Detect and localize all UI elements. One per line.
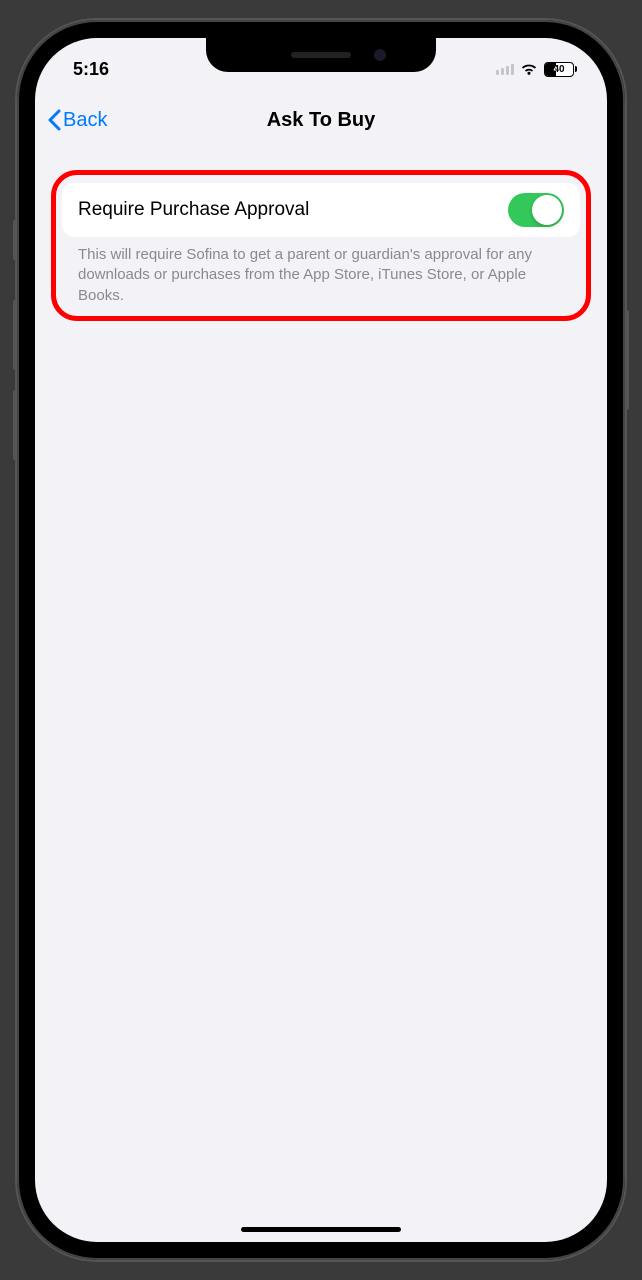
notch — [206, 38, 436, 72]
volume-up-button — [13, 300, 17, 370]
setting-description: This will require Sofina to get a parent… — [62, 237, 580, 306]
volume-down-button — [13, 390, 17, 460]
battery-percent: 40 — [553, 64, 564, 75]
require-purchase-approval-row[interactable]: Require Purchase Approval — [62, 183, 580, 237]
setting-label: Require Purchase Approval — [78, 199, 309, 221]
require-purchase-approval-toggle[interactable] — [508, 193, 564, 227]
speaker-grill — [291, 52, 351, 58]
battery-icon: 40 — [544, 62, 577, 77]
power-button — [625, 310, 629, 410]
page-title: Ask To Buy — [267, 109, 376, 132]
highlight-annotation: Require Purchase Approval This will requ… — [51, 170, 591, 321]
back-button[interactable]: Back — [47, 109, 107, 132]
wifi-icon — [520, 62, 538, 76]
chevron-left-icon — [47, 109, 61, 131]
phone-frame: 5:16 40 — [17, 20, 625, 1260]
cellular-signal-icon — [496, 63, 514, 75]
back-label: Back — [63, 109, 107, 132]
screen: 5:16 40 — [35, 38, 607, 1242]
silence-switch — [13, 220, 17, 260]
toggle-knob — [532, 195, 562, 225]
content-area: Require Purchase Approval This will requ… — [35, 146, 607, 321]
navigation-bar: Back Ask To Buy — [35, 94, 607, 146]
status-time: 5:16 — [73, 59, 193, 80]
front-camera — [374, 49, 386, 61]
home-indicator[interactable] — [241, 1227, 401, 1232]
